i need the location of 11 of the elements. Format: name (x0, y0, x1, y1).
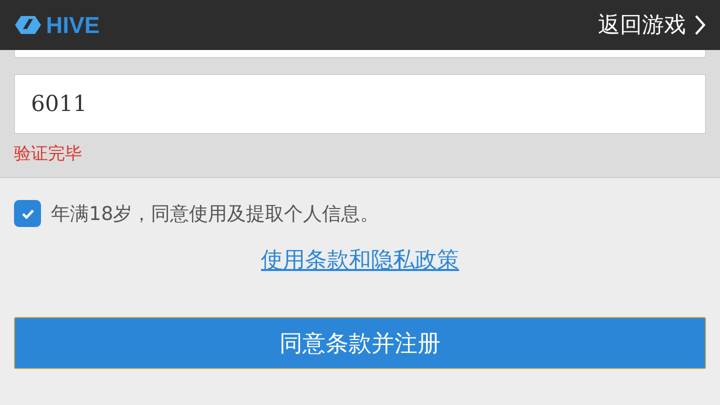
consent-checkbox[interactable] (14, 200, 41, 227)
verification-message: 验证完毕 (14, 143, 83, 165)
hexagon-logo-icon (14, 15, 42, 35)
checkmark-icon (20, 208, 34, 220)
chevron-right-icon (694, 14, 706, 36)
input-field[interactable] (14, 50, 706, 58)
consent-label: 年满18岁，同意使用及提取个人信息。 (51, 202, 380, 226)
code-input-field[interactable]: 6011 (14, 74, 706, 134)
agree-and-register-button[interactable]: 同意条款并注册 (14, 317, 706, 369)
back-to-game-link[interactable]: 返回游戏 (598, 10, 706, 40)
logo-text: HIVE (46, 12, 100, 38)
